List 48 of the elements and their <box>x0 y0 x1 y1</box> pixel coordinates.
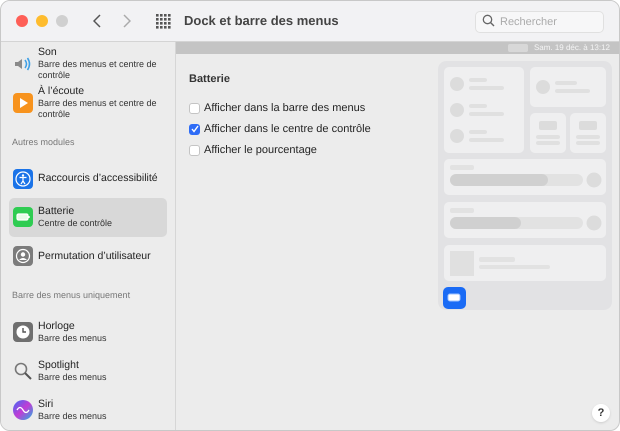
search-icon <box>482 14 495 27</box>
help-button[interactable]: ? <box>592 404 610 422</box>
item-subtitle: Barre des menus et centre de contrôle <box>38 58 158 81</box>
item-title: Raccourcis d’accessibilité <box>38 173 158 184</box>
orb-icon <box>13 400 33 420</box>
item-subtitle: Barre des menus <box>38 372 107 383</box>
accessibility-icon <box>13 168 33 189</box>
item-subtitle: Centre de contrôle <box>38 218 112 229</box>
item-title: Son <box>38 46 58 58</box>
grid-icon[interactable] <box>156 14 171 28</box>
clock-icon <box>13 322 33 342</box>
option-label: Afficher le pourcentage <box>204 142 317 158</box>
sidebar-item[interactable]: À l’écoute Barre des menus et centre de contrôle <box>9 83 167 122</box>
sidebar-item[interactable]: Siri Barre des menus <box>9 390 167 430</box>
close-button[interactable] <box>16 15 28 27</box>
option-label: Afficher dans le centre de contrôle <box>204 122 371 137</box>
sidebar-item[interactable]: Son Barre des menus et centre de contrôle <box>9 44 167 84</box>
search-field[interactable]: Rechercher <box>475 11 604 33</box>
item-title: Permutation d’utilisateur <box>38 250 151 262</box>
window-title: Dock et barre des menus <box>184 12 339 30</box>
item-title: Horloge <box>38 320 76 332</box>
magnifier-icon <box>13 361 33 382</box>
zoom-button[interactable] <box>56 15 68 27</box>
sidebar-item[interactable]: Spotlight Barre des menus <box>9 352 167 391</box>
forward-icon[interactable] <box>123 14 131 28</box>
item-subtitle: Barre des menus et centre de contrôle <box>38 98 158 120</box>
item-subtitle: Barre des menus <box>38 332 107 344</box>
sidebar-item[interactable]: Batterie Centre de contrôle <box>9 198 167 237</box>
section-title: Batterie <box>189 72 231 87</box>
back-icon[interactable] <box>93 14 101 28</box>
minimize-button[interactable] <box>36 15 48 27</box>
section-header: Barre des menus uniquement <box>11 289 132 302</box>
item-title: Batterie <box>38 206 76 217</box>
sidebar-item[interactable]: Permutation d’utilisateur <box>9 236 167 276</box>
section-header: Autres modules <box>11 136 76 150</box>
play-icon <box>13 92 33 113</box>
user-icon <box>13 246 33 266</box>
option-label: Afficher dans la barre des menus <box>204 100 366 116</box>
checkbox[interactable] <box>189 124 200 134</box>
checkbox[interactable] <box>189 144 200 156</box>
item-subtitle: Barre des menus <box>38 410 107 422</box>
item-title: Siri <box>38 398 54 410</box>
battery-icon <box>13 207 33 228</box>
checkbox[interactable] <box>189 102 200 114</box>
sidebar-item[interactable]: Raccourcis d’accessibilité <box>9 160 167 198</box>
item-title: À l’écoute <box>38 86 86 97</box>
sidebar-item[interactable]: Horloge Barre des menus <box>9 312 167 352</box>
item-title: Spotlight <box>38 360 80 371</box>
